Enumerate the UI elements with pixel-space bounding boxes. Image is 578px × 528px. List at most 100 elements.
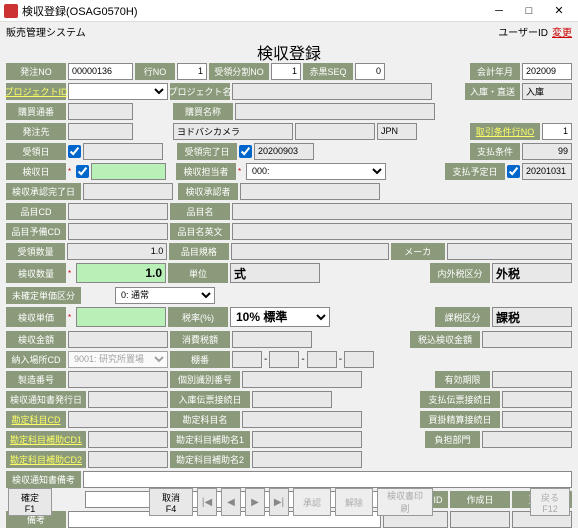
- label-kobetsu-shikibetsu-bango: 個別識別番号: [170, 371, 240, 388]
- kakutei-button[interactable]: 確定 F1: [8, 488, 52, 516]
- label-kanjo-kamoku-cd[interactable]: 勘定科目CD: [6, 411, 66, 428]
- input-hatchu-saki-country: [377, 123, 417, 140]
- label-kanjo-kamoku-hojo-mei2: 勘定科目補助名2: [170, 451, 250, 468]
- label-kenshu-tsuchi-sho-biko: 検収通知書備考: [6, 471, 81, 488]
- label-ukeryo-kanryo-bi: 受領完了日: [177, 143, 237, 160]
- input-tanaban-3: [307, 351, 337, 368]
- app-icon: [4, 4, 18, 18]
- label-kanjo-kamoku-mei: 勘定科目名: [170, 411, 240, 428]
- input-torihiki-joken-no[interactable]: [542, 123, 572, 140]
- page-title: 検収登録: [0, 40, 578, 62]
- label-shohizei-gaku: 消費税額: [170, 331, 230, 348]
- input-kobai-tsuban: [68, 103, 133, 120]
- label-hinmoku-yobi-cd: 品目予備CD: [6, 223, 66, 240]
- input-hatchu-saki-name2: [295, 123, 375, 140]
- req-kenshu-tantosha: *: [238, 167, 244, 176]
- system-name: 販売管理システム: [6, 24, 498, 39]
- select-project-id[interactable]: [68, 83, 168, 100]
- select-mikakutei-tanka-kubun[interactable]: 0: 通常: [115, 287, 215, 304]
- input-yuko-kigen: [492, 371, 572, 388]
- change-link[interactable]: 変更: [552, 24, 572, 39]
- input-gyo-no[interactable]: [177, 63, 207, 80]
- label-kenshu-bi: 検収日: [6, 163, 66, 180]
- label-ukeryo-suryo: 受領数量: [6, 243, 65, 260]
- nav-next-button[interactable]: ▶: [245, 488, 265, 516]
- label-kobai-tsuban: 購買通番: [6, 103, 66, 120]
- chk-ukeryo-bi[interactable]: [68, 145, 81, 158]
- input-shiharai-joken: [522, 143, 572, 160]
- close-button[interactable]: ✕: [544, 1, 574, 21]
- user-id-label: ユーザーID: [498, 24, 548, 39]
- chk-shiharai-yotei-bi[interactable]: [507, 165, 520, 178]
- kaijo-button[interactable]: 解除: [335, 488, 373, 516]
- button-bar: 確定 F1 取消 F4 |◀ ◀ ▶ ▶| 承認 解除 検収書印刷 戻る F12: [0, 488, 578, 516]
- label-kenshu-tsuchi-sho-hakkou-bi: 検収通知書発行日: [6, 391, 86, 408]
- modoru-button[interactable]: 戻る F12: [530, 488, 570, 516]
- maximize-button[interactable]: □: [514, 1, 544, 21]
- input-kenshu-tanka[interactable]: [76, 307, 166, 327]
- input-ukeryo-bunkatsu-no[interactable]: [271, 63, 301, 80]
- input-kenshu-suryo[interactable]: [76, 263, 166, 283]
- input-akaguro-seq[interactable]: [355, 63, 385, 80]
- chk-ukeryo-kanryo-bi[interactable]: [239, 145, 252, 158]
- label-kanjo-kamoku-hojo-cd1[interactable]: 勘定科目補助CD1: [6, 431, 86, 448]
- label-hinmoku-kikaku: 品目規格: [169, 243, 228, 260]
- shonin-button[interactable]: 承認: [293, 488, 331, 516]
- label-kanjo-kamoku-hojo-mei1: 勘定科目補助名1: [170, 431, 250, 448]
- input-kanjo-kamoku-hojo-mei2: [252, 451, 362, 468]
- input-zeikomi-kenshu-kingaku: [482, 331, 572, 348]
- label-hinmoku-mei: 品目名: [170, 203, 230, 220]
- label-shiharai-joken: 支払条件: [470, 143, 520, 160]
- label-project-id[interactable]: プロジェクトID: [6, 83, 66, 100]
- label-kaikei-ym: 会計年月: [470, 63, 520, 80]
- nav-first-button[interactable]: |◀: [197, 488, 217, 516]
- input-seizo-bango: [68, 371, 168, 388]
- input-kanjo-kamoku-hojo-cd2: [88, 451, 168, 468]
- input-futan-bumon: [482, 431, 572, 448]
- label-kanjo-kamoku-hojo-cd2[interactable]: 勘定科目補助CD2: [6, 451, 86, 468]
- nav-last-button[interactable]: ▶|: [269, 488, 289, 516]
- input-nyuko-denpyo-setsuzoku-bi: [252, 391, 332, 408]
- input-kenshu-tsuchi-sho-hakkou-bi: [88, 391, 168, 408]
- input-tanaban-4: [344, 351, 374, 368]
- label-shiharai-yotei-bi: 支払予定日: [445, 163, 505, 180]
- input-project-name: [232, 83, 432, 100]
- select-zeiritsu[interactable]: 10% 標準: [230, 307, 330, 327]
- minimize-button[interactable]: ─: [484, 1, 514, 21]
- label-tanaban: 棚番: [170, 351, 230, 368]
- input-kenshu-bi[interactable]: [91, 163, 166, 180]
- chk-kenshu-bi[interactable]: [76, 165, 89, 178]
- kenshusho-insatsu-button[interactable]: 検収書印刷: [377, 488, 433, 516]
- label-kazei-kubun: 課税区分: [435, 307, 490, 327]
- input-ukeryo-kanryo-bi: [254, 143, 314, 160]
- input-kanjo-kamoku-mei: [242, 411, 362, 428]
- input-hatchu-saki-name: [173, 123, 293, 140]
- label-zeikomi-kenshu-kingaku: 税込検収金額: [410, 331, 480, 348]
- input-hatchu-saki-cd: [68, 123, 133, 140]
- select-nonyu-basho-cd: 9001: 研究所置場: [68, 351, 168, 368]
- label-kenshu-tanka: 検収単価: [6, 307, 66, 327]
- label-mikakutei-tanka-kubun: 未確定単価区分: [6, 287, 81, 304]
- req-kenshu-tanka: *: [68, 313, 74, 322]
- input-kenshu-tsuchi-sho-biko[interactable]: [83, 471, 572, 488]
- label-hinmoku-cd: 品目CD: [6, 203, 66, 220]
- label-kenshu-shonin-kanryo-bi: 検収承認完了日: [6, 183, 81, 200]
- select-kenshu-tantosha[interactable]: 000:: [246, 163, 386, 180]
- label-torihiki-joken-no[interactable]: 取引条件行NO: [470, 123, 540, 140]
- label-hinmoku-mei-eibun: 品目名英文: [170, 223, 230, 240]
- label-maker: メーカ: [391, 243, 445, 260]
- label-tani: 単位: [168, 263, 228, 283]
- input-kaikei-ym[interactable]: [522, 63, 572, 80]
- label-kaikake-kosa-setsuzoku-bi: 買掛精算接続日: [420, 411, 500, 428]
- input-kenshu-shonin-kanryo-bi: [83, 183, 173, 200]
- input-hinmoku-mei: [232, 203, 572, 220]
- input-tanaban-2: [269, 351, 299, 368]
- torikeshi-button[interactable]: 取消 F4: [149, 488, 193, 516]
- input-hatchu-no[interactable]: [68, 63, 133, 80]
- titlebar: 検収登録(OSAG0570H) ─ □ ✕: [0, 0, 578, 22]
- input-kaikake-kosa-setsuzoku-bi: [502, 411, 572, 428]
- nav-prev-button[interactable]: ◀: [221, 488, 241, 516]
- top-info-bar: 販売管理システム ユーザーID 変更: [0, 22, 578, 40]
- label-kenshu-suryo: 検収数量: [6, 263, 66, 283]
- label-ukeryo-bi: 受領日: [6, 143, 66, 160]
